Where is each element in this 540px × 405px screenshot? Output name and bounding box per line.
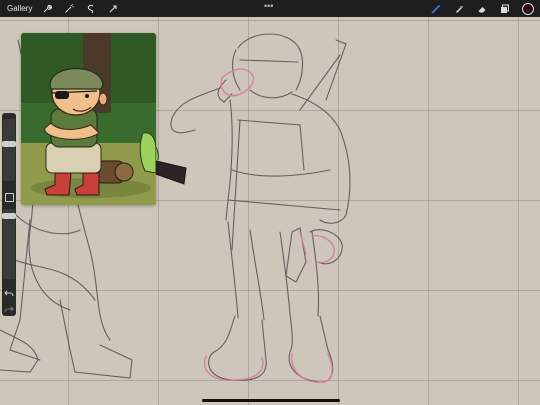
color-picker[interactable]: [522, 2, 534, 15]
gallery-button[interactable]: Gallery: [7, 4, 32, 13]
reference-cartoon-soldier: [21, 33, 156, 205]
brush-size-slider[interactable]: [2, 119, 16, 181]
square-modify-icon[interactable]: [5, 193, 14, 202]
magic-wand-icon[interactable]: [62, 2, 76, 15]
transform-arrow-icon[interactable]: [106, 2, 120, 15]
more-options[interactable]: •••: [264, 1, 273, 11]
opacity-knob[interactable]: [2, 213, 16, 219]
redo-icon[interactable]: [4, 301, 14, 313]
brush-sidebar: [2, 113, 16, 316]
smudge-icon[interactable]: [452, 2, 466, 15]
eraser-icon[interactable]: [475, 2, 489, 15]
brush-icon[interactable]: [429, 2, 443, 15]
wrench-icon[interactable]: [40, 2, 54, 15]
layers-icon[interactable]: [498, 2, 512, 15]
right-tool-group: [420, 0, 534, 17]
undo-icon[interactable]: [4, 285, 14, 297]
top-toolbar: Gallery •••: [0, 0, 540, 17]
reference-image[interactable]: [21, 33, 156, 205]
brush-size-knob[interactable]: [2, 141, 16, 147]
selection-icon[interactable]: [84, 2, 98, 15]
opacity-slider[interactable]: [2, 209, 16, 279]
home-indicator[interactable]: [202, 399, 340, 402]
